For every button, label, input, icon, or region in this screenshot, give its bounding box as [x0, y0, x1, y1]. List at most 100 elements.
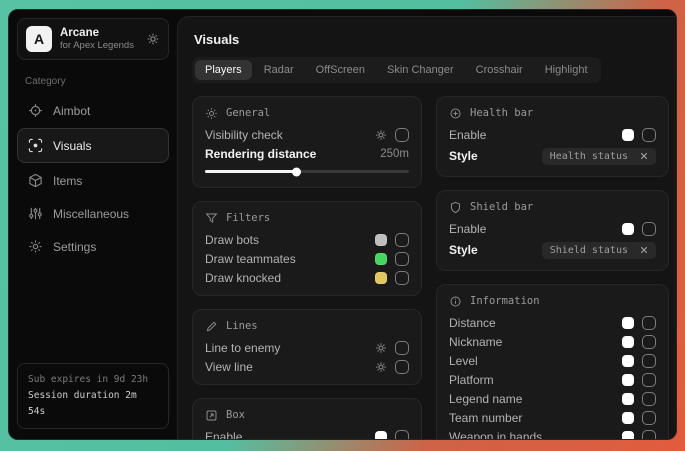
color-swatch[interactable]: [622, 317, 634, 329]
setting-label: Enable: [449, 222, 486, 236]
slider-value: 250m: [380, 148, 409, 160]
color-swatch[interactable]: [622, 336, 634, 348]
pencil-icon: [205, 320, 218, 333]
tab-players[interactable]: Players: [195, 60, 252, 80]
setting-label: Rendering distance: [205, 147, 316, 161]
tab-skin-changer[interactable]: Skin Changer: [377, 60, 464, 80]
setting-row-team-number: Team number: [449, 408, 656, 427]
tab-crosshair[interactable]: Crosshair: [466, 60, 533, 80]
setting-row-level: Level: [449, 351, 656, 370]
sidebar-item-label: Items: [53, 174, 82, 188]
checkbox[interactable]: [395, 233, 409, 247]
setting-label: Draw bots: [205, 233, 259, 247]
sidebar-item-label: Settings: [53, 240, 96, 254]
color-swatch[interactable]: [622, 374, 634, 386]
setting-row-legend-name: Legend name: [449, 389, 656, 408]
setting-row-box-enable: Enable: [205, 427, 409, 439]
box-icon: [205, 409, 218, 422]
setting-label: Style: [449, 243, 478, 257]
setting-label: Level: [449, 354, 478, 368]
color-swatch[interactable]: [622, 393, 634, 405]
color-swatch[interactable]: [622, 129, 634, 141]
brand-text: Arcane for Apex Legends: [60, 26, 138, 52]
checkbox[interactable]: [642, 316, 656, 330]
checkbox[interactable]: [395, 128, 409, 142]
desktop: { "theme": { "desktop_teal": "#57c3a5", …: [0, 0, 685, 451]
style-select[interactable]: Health status: [542, 148, 656, 165]
section-title: Lines: [226, 320, 258, 332]
setting-row-health-style: Style Health status: [449, 144, 656, 168]
shield-icon: [449, 201, 462, 214]
checkbox[interactable]: [395, 430, 409, 440]
checkbox[interactable]: [642, 222, 656, 236]
setting-label: Enable: [449, 128, 486, 142]
section-filters: Filters Draw bots Draw teammates: [192, 201, 422, 296]
brand-card: A Arcane for Apex Legends: [17, 18, 169, 60]
checkbox[interactable]: [395, 271, 409, 285]
tab-bar: Players Radar OffScreen Skin Changer Cro…: [192, 57, 601, 83]
tab-offscreen[interactable]: OffScreen: [306, 60, 375, 80]
style-select[interactable]: Shield status: [542, 242, 656, 259]
setting-row-line-to-enemy: Line to enemy: [205, 338, 409, 357]
section-information: Information Distance Nickname: [436, 284, 669, 439]
color-swatch[interactable]: [375, 431, 387, 440]
setting-row-weapon-in-hands: Weapon in hands: [449, 427, 656, 439]
rendering-distance-slider[interactable]: [205, 170, 409, 173]
setting-row-health-enable: Enable: [449, 125, 656, 144]
setting-label: Line to enemy: [205, 341, 280, 355]
brand-settings-gear-icon[interactable]: [146, 32, 160, 46]
checkbox[interactable]: [395, 360, 409, 374]
section-title: General: [226, 107, 270, 119]
tab-radar[interactable]: Radar: [254, 60, 304, 80]
checkbox[interactable]: [642, 128, 656, 142]
section-header: Information: [449, 293, 656, 309]
subscription-expires: Sub expires in 9d 23h: [28, 372, 158, 388]
sidebar-item-settings[interactable]: Settings: [17, 231, 169, 262]
color-swatch[interactable]: [375, 253, 387, 265]
miscellaneous-icon: [28, 206, 43, 221]
right-column: Health bar Enable Style Health status: [436, 96, 669, 439]
sidebar-item-miscellaneous[interactable]: Miscellaneous: [17, 198, 169, 229]
row-settings-gear-icon[interactable]: [375, 342, 387, 354]
color-swatch[interactable]: [622, 223, 634, 235]
section-title: Filters: [226, 212, 270, 224]
setting-label: Nickname: [449, 335, 502, 349]
checkbox[interactable]: [642, 354, 656, 368]
setting-label: Draw knocked: [205, 271, 281, 285]
checkbox[interactable]: [395, 341, 409, 355]
setting-label: Draw teammates: [205, 252, 296, 266]
checkbox[interactable]: [642, 411, 656, 425]
close-icon[interactable]: [640, 246, 648, 254]
section-header: Health bar: [449, 105, 656, 121]
checkbox[interactable]: [642, 430, 656, 440]
color-swatch[interactable]: [622, 412, 634, 424]
section-title: Health bar: [470, 107, 533, 119]
setting-row-rendering-distance: Rendering distance 250m: [205, 144, 409, 163]
slider-thumb[interactable]: [292, 167, 301, 176]
setting-label: Distance: [449, 316, 496, 330]
close-icon[interactable]: [640, 152, 648, 160]
checkbox[interactable]: [642, 392, 656, 406]
checkbox[interactable]: [395, 252, 409, 266]
color-swatch[interactable]: [375, 272, 387, 284]
section-health-bar: Health bar Enable Style Health status: [436, 96, 669, 177]
checkbox[interactable]: [642, 335, 656, 349]
section-lines: Lines Line to enemy View li: [192, 309, 422, 385]
sidebar-item-items[interactable]: Items: [17, 165, 169, 196]
checkbox[interactable]: [642, 373, 656, 387]
setting-label: View line: [205, 360, 253, 374]
color-swatch[interactable]: [622, 355, 634, 367]
brand-subtitle: for Apex Legends: [60, 40, 138, 52]
sidebar-item-aimbot[interactable]: Aimbot: [17, 95, 169, 126]
setting-row-view-line: View line: [205, 357, 409, 376]
row-settings-gear-icon[interactable]: [375, 361, 387, 373]
section-header: Lines: [205, 318, 409, 334]
row-settings-gear-icon[interactable]: [375, 129, 387, 141]
section-header: Shield bar: [449, 199, 656, 215]
setting-row-shield-enable: Enable: [449, 219, 656, 238]
color-swatch[interactable]: [375, 234, 387, 246]
tab-highlight[interactable]: Highlight: [535, 60, 598, 80]
setting-row-nickname: Nickname: [449, 332, 656, 351]
color-swatch[interactable]: [622, 431, 634, 440]
sidebar-item-visuals[interactable]: Visuals: [17, 128, 169, 163]
